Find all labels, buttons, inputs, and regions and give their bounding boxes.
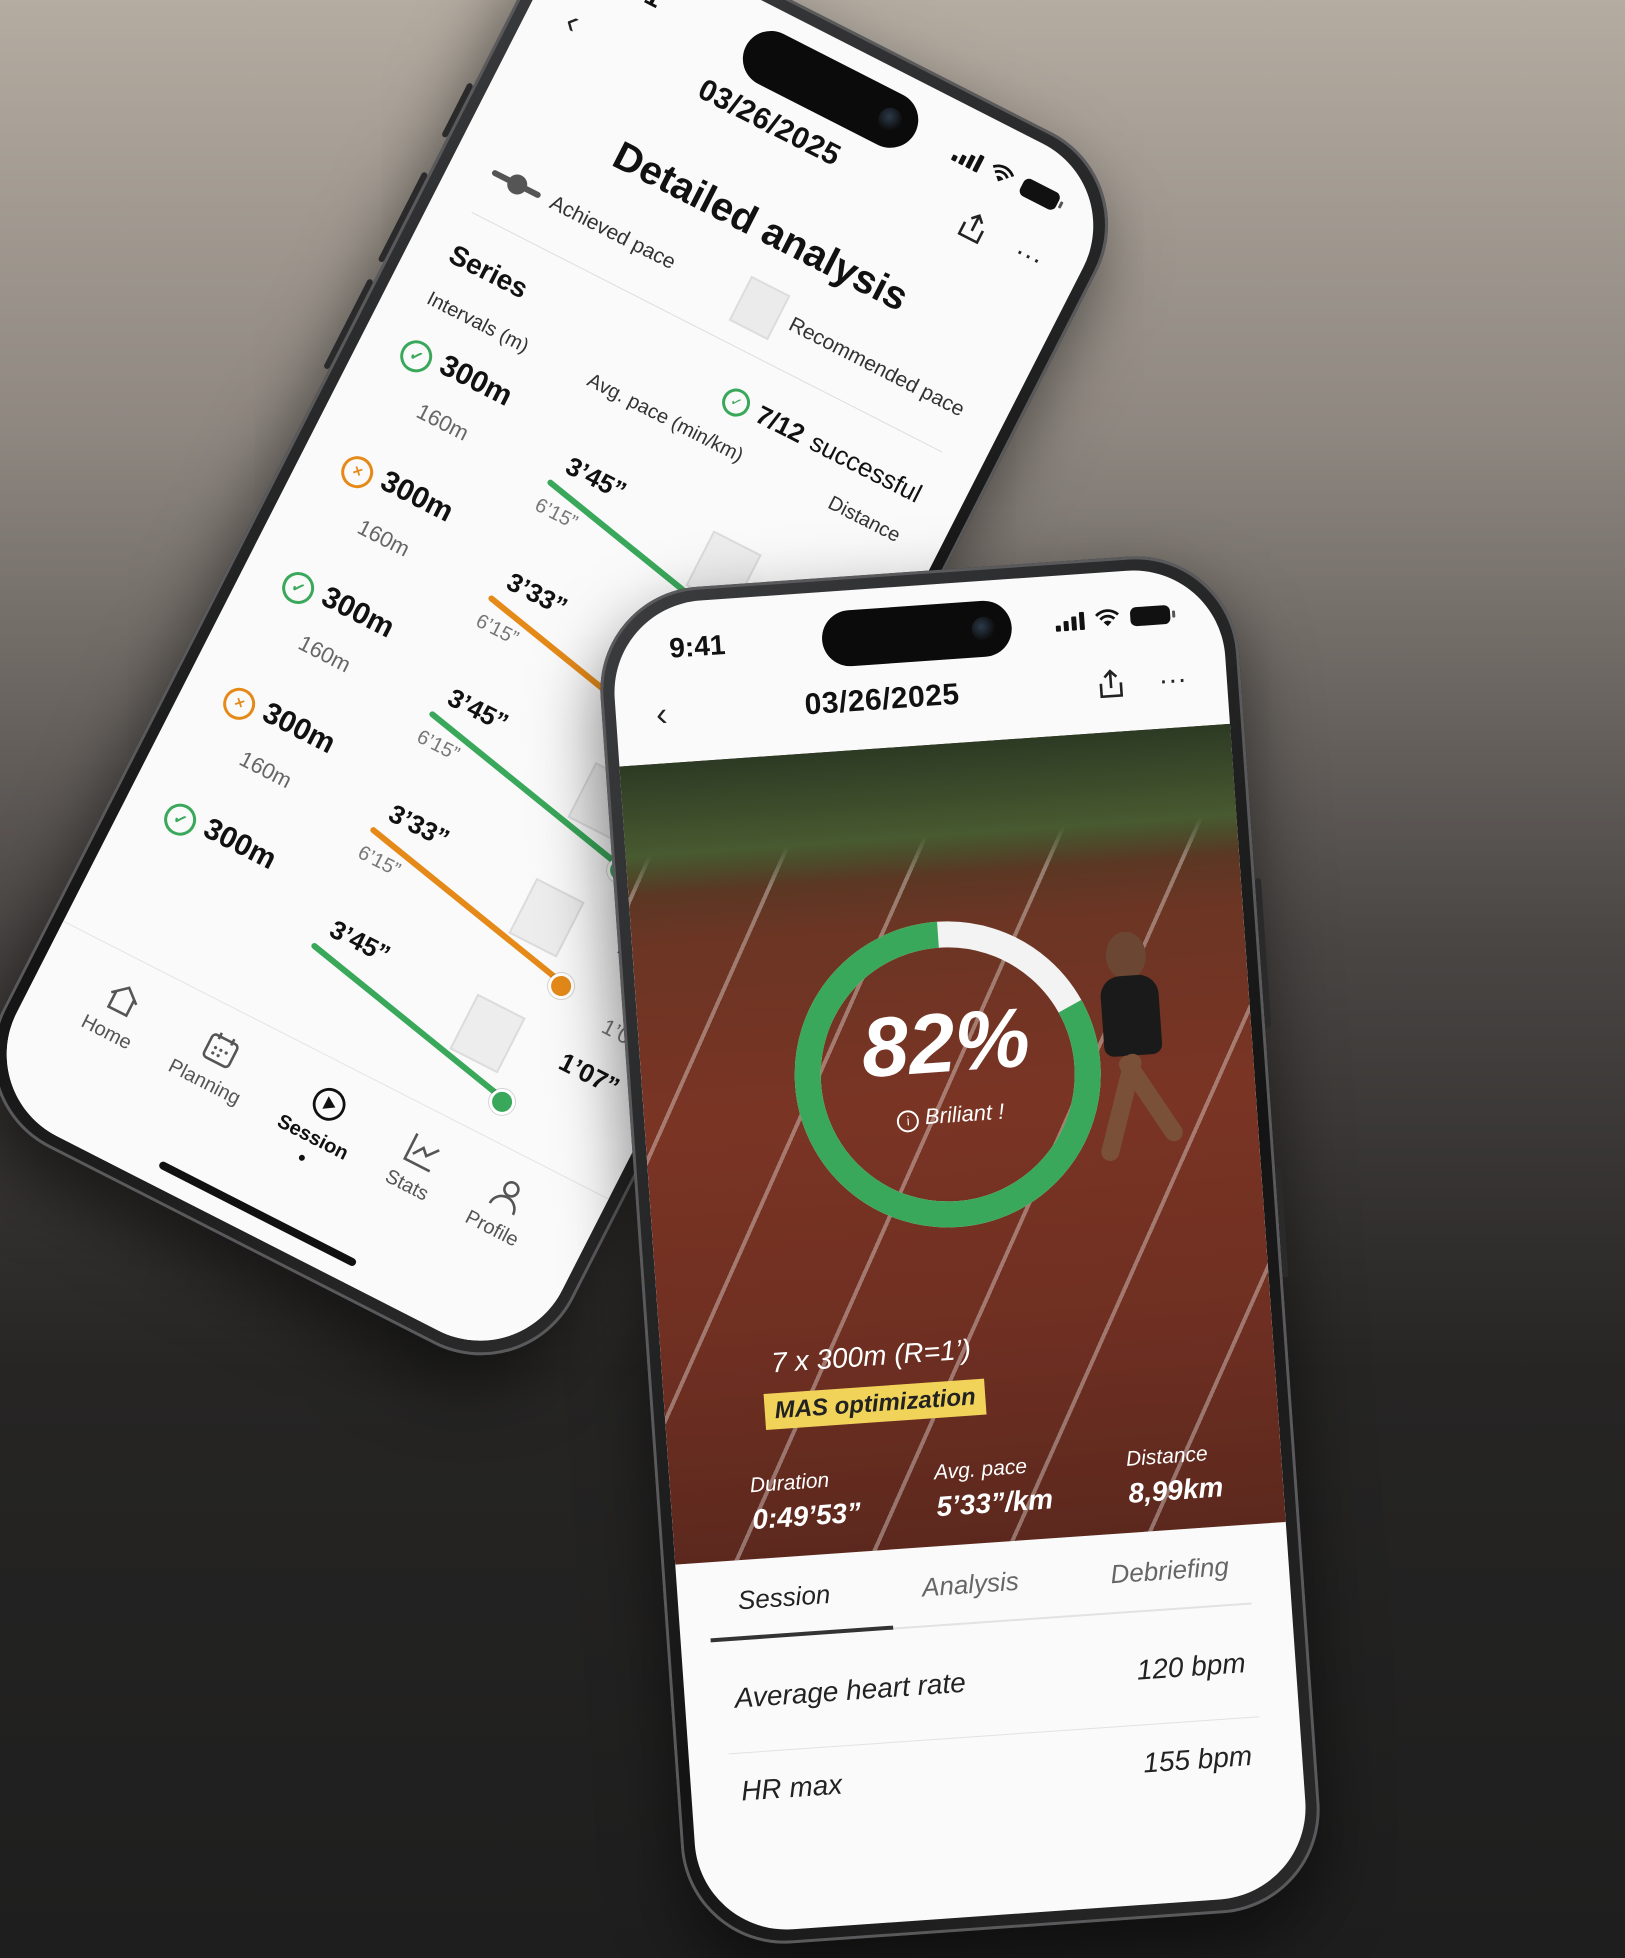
tab-stats[interactable]: Stats bbox=[334, 1126, 452, 1298]
legend-achieved-label: Achieved pace bbox=[546, 191, 680, 275]
battery-icon bbox=[1017, 176, 1063, 212]
stat-duration: Duration 0:49’53” bbox=[749, 1467, 862, 1536]
check-circle-icon: ✓ bbox=[158, 798, 202, 842]
more-icon[interactable]: ··· bbox=[1158, 662, 1188, 696]
achieved-pace-swatch bbox=[490, 169, 542, 199]
header-date: 03/26/2025 bbox=[803, 677, 961, 721]
wifi-icon bbox=[992, 164, 1015, 182]
power-button bbox=[1254, 878, 1272, 1029]
metrics-list: Average heart rate 120 bpm HR max 155 bp… bbox=[722, 1624, 1266, 1846]
metric-label: HR max bbox=[740, 1768, 844, 1807]
interval-rest: 160m bbox=[294, 630, 355, 678]
success-count: 7/12 bbox=[751, 399, 810, 449]
interval-distance: 300m bbox=[375, 464, 459, 529]
session-hero: 82% i Briliant ! 7 x 300m (R=1’) MAS opti… bbox=[619, 723, 1286, 1565]
interval-distance: 300m bbox=[316, 580, 400, 645]
interval-distance: 300m bbox=[257, 696, 341, 761]
signal-icon bbox=[950, 142, 986, 173]
info-icon[interactable]: i bbox=[896, 1109, 920, 1134]
interval-time: 1’07” bbox=[554, 1046, 625, 1102]
session-stats: Duration 0:49’53” Avg. pace 5’33”/km Dis… bbox=[749, 1441, 1224, 1536]
wifi-icon bbox=[1095, 609, 1119, 627]
back-icon[interactable]: ‹ bbox=[655, 695, 669, 735]
home-icon bbox=[106, 986, 138, 1018]
session-tabs: Session Analysis Debriefing bbox=[716, 1549, 1252, 1642]
stat-pace-label: Avg. pace bbox=[933, 1454, 1028, 1485]
tab-analysis[interactable]: Analysis bbox=[921, 1566, 1020, 1604]
check-circle-icon: ✓ bbox=[717, 383, 756, 421]
signal-icon bbox=[1055, 610, 1086, 632]
metric-value: 155 bpm bbox=[1142, 1739, 1254, 1779]
back-icon[interactable]: ‹ bbox=[559, 2, 586, 42]
success-label: successful bbox=[805, 426, 927, 509]
tab-home[interactable]: Home bbox=[30, 971, 155, 1147]
stat-pace-value: 5’33”/km bbox=[935, 1483, 1055, 1523]
session-title: 7 x 300m (R=1’) bbox=[770, 1333, 972, 1379]
interval-rest: 160m bbox=[353, 514, 414, 562]
screen-session: 9:41 ‹ 03/26/2025 ··· 82% i Briliant ! 7… bbox=[608, 564, 1312, 1936]
cross-circle-icon: × bbox=[335, 450, 379, 494]
metric-label: Average heart rate bbox=[733, 1666, 967, 1714]
profile-icon bbox=[489, 1181, 521, 1216]
stat-distance: Distance 8,99km bbox=[1125, 1441, 1224, 1509]
tab-session[interactable]: Session bbox=[737, 1579, 831, 1616]
tab-session[interactable]: Session bbox=[226, 1071, 372, 1257]
cross-circle-icon: × bbox=[217, 682, 261, 726]
status-time: 9:41 bbox=[668, 628, 727, 664]
score-label-text: Briliant ! bbox=[923, 1098, 1006, 1130]
recommended-pace-swatch bbox=[728, 275, 791, 341]
interval-rest: 160m bbox=[235, 745, 296, 794]
header: ‹ 03/26/2025 ··· bbox=[615, 656, 1228, 738]
stat-duration-label: Duration bbox=[749, 1468, 830, 1498]
more-icon[interactable]: ··· bbox=[1009, 234, 1049, 275]
share-icon[interactable] bbox=[954, 207, 993, 246]
camera-control-button bbox=[1275, 1167, 1289, 1278]
interval-rest: 160m bbox=[412, 398, 473, 446]
stat-distance-label: Distance bbox=[1125, 1442, 1209, 1471]
active-tab-dot bbox=[298, 1153, 307, 1163]
tab-debriefing[interactable]: Debriefing bbox=[1109, 1551, 1229, 1590]
share-icon[interactable] bbox=[1096, 668, 1126, 700]
chart-icon bbox=[402, 1133, 440, 1173]
session-badge: MAS optimization bbox=[763, 1378, 987, 1430]
stat-distance-value: 8,99km bbox=[1127, 1471, 1225, 1509]
calendar-icon bbox=[202, 1032, 239, 1069]
phone-session: 9:41 ‹ 03/26/2025 ··· 82% i Briliant ! 7… bbox=[593, 549, 1327, 1951]
check-circle-icon: ✓ bbox=[276, 566, 320, 610]
series-title: Series bbox=[444, 238, 534, 305]
battery-icon bbox=[1129, 604, 1171, 627]
interval-distance: 300m bbox=[198, 811, 282, 877]
check-circle-icon: ✓ bbox=[394, 334, 438, 378]
metric-value: 120 bpm bbox=[1135, 1647, 1247, 1686]
status-time: 9:41 bbox=[603, 0, 668, 15]
pace-knob bbox=[483, 1083, 521, 1121]
stat-duration-value: 0:49’53” bbox=[751, 1496, 863, 1536]
interval-distance: 300m bbox=[434, 348, 518, 413]
stat-pace: Avg. pace 5’33”/km bbox=[933, 1453, 1054, 1523]
col-distance: Distance bbox=[824, 491, 904, 547]
play-circle-icon bbox=[313, 1088, 346, 1121]
tab-profile[interactable]: Profile bbox=[414, 1167, 542, 1344]
